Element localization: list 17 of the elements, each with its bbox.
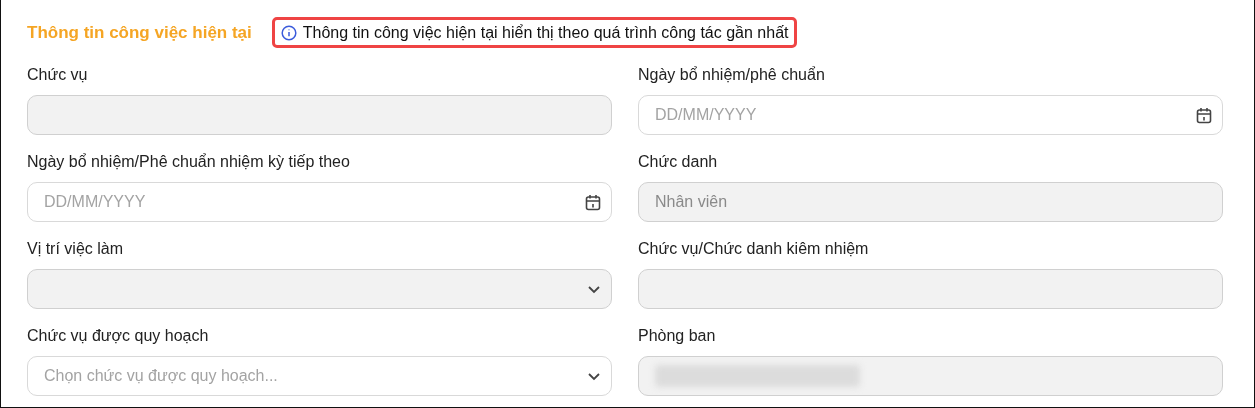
select-field[interactable]: Chọn chức vụ được quy hoạch...	[27, 356, 612, 396]
field-label: Chức vụ	[27, 65, 89, 85]
field-label: Chức danh	[638, 152, 719, 172]
date-field[interactable]: DD/MM/YYYY	[27, 182, 612, 222]
field-label: Phòng ban	[638, 326, 717, 346]
notice-text: Thông tin công việc hiện tại hiển thị theo quá trình công tác gần nhất	[302, 23, 789, 42]
chevron-down-icon[interactable]	[587, 371, 601, 381]
field-label: Chức vụ/Chức danh kiêm nhiệm	[638, 239, 870, 259]
section-title: Thông tin công việc hiện tại	[27, 22, 252, 43]
field-label: Ngày bổ nhiệm/Phê chuẩn nhiệm kỳ tiếp theo	[27, 152, 351, 172]
field-label: Ngày bổ nhiệm/phê chuẩn	[638, 65, 826, 85]
field-label: Chức vụ được quy hoạch	[27, 326, 210, 346]
calendar-icon[interactable]	[585, 193, 601, 211]
date-field[interactable]: DD/MM/YYYY	[638, 95, 1223, 135]
calendar-icon[interactable]	[1196, 106, 1212, 124]
field-label: Vị trí việc làm	[27, 239, 124, 259]
info-icon	[280, 24, 297, 41]
